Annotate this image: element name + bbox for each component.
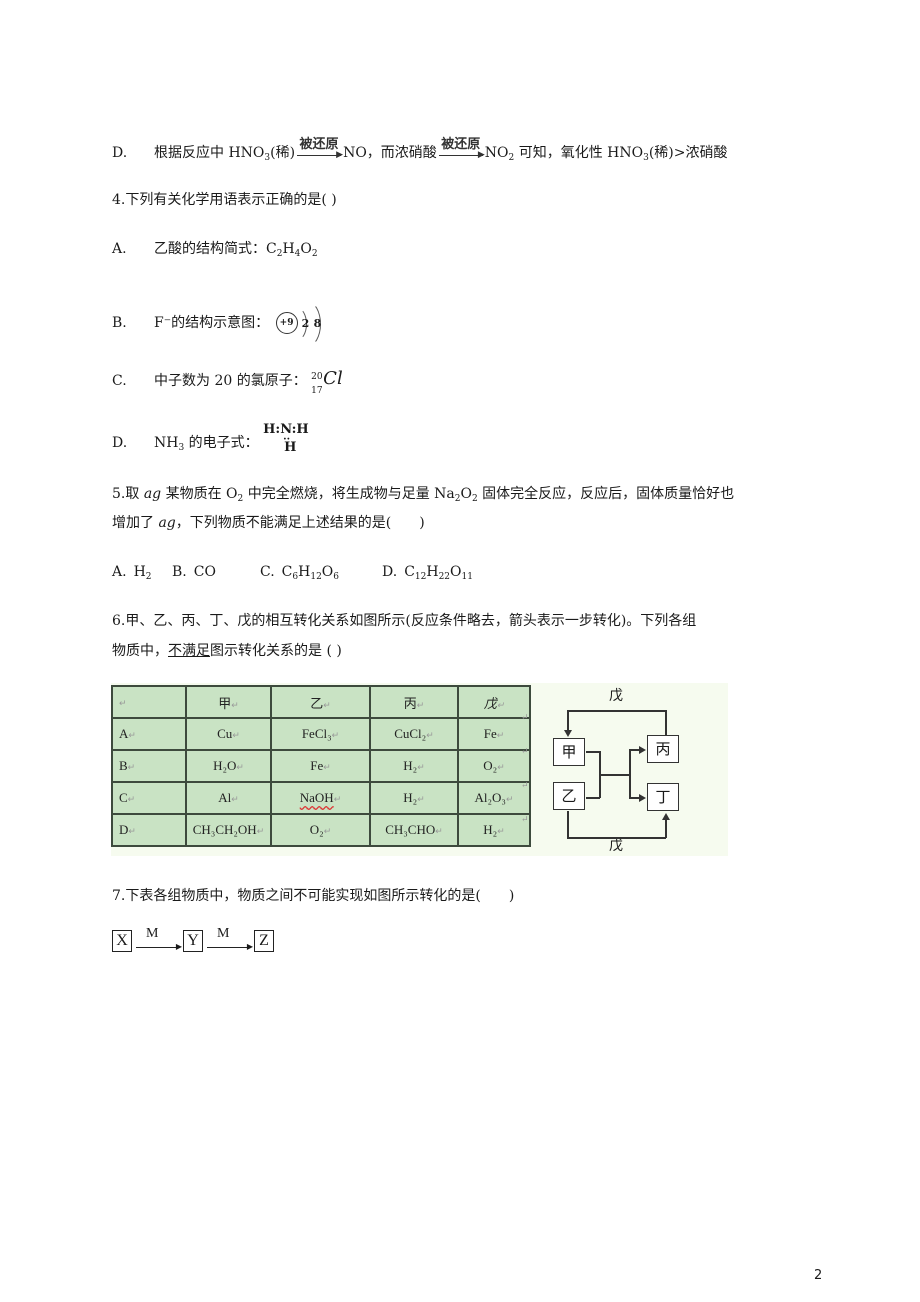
formula-text: H [298, 564, 311, 580]
option-label: C. [260, 564, 282, 580]
table-header-cell: 戊↵ [457, 685, 531, 719]
subscript: 12 [310, 572, 322, 582]
table-cell: Cu↵ [185, 717, 272, 751]
formula-text: H [426, 564, 439, 580]
reagent-label-top: 戊 [609, 688, 623, 704]
q5-option-b: B. CO [172, 562, 260, 582]
table-cell: H₂O↵ [185, 749, 272, 783]
q7-stem: 7.下表各组物质中，物质之间不可能实现如图所示转化的是( ) [112, 888, 515, 904]
reaction-arrow: 被还原 ▶ [295, 137, 343, 161]
table-cell: O₂↵ [457, 749, 531, 783]
table-header-cell: 甲↵ [185, 685, 272, 719]
q5-option-a: A. H2 [112, 562, 172, 582]
table-header-cell: 丙↵ [369, 685, 459, 719]
atom-structure-diagram: +9 2 8 [274, 301, 338, 347]
table-header-row: ↵ 甲↵ 乙↵ 丙↵ 戊↵ [111, 685, 531, 719]
table-cell: Fe↵ [457, 717, 531, 751]
formula-text: O [450, 564, 462, 580]
table-cell: Fe↵ [270, 749, 371, 783]
q4-stem: 4.下列有关化学用语表示正确的是( ) [112, 192, 337, 208]
q4-option-d: D. NH3 的电子式： H:N:H ·· H [112, 422, 317, 460]
q6-figure: ↵ 甲↵ 乙↵ 丙↵ 戊↵ A↵ Cu↵ FeCl₃↵ CuCl₂↵ Fe↵ B… [111, 683, 728, 856]
table-cell: Al₂O₃↵ [457, 781, 531, 815]
formula-text: CO [193, 564, 216, 580]
q5-stem-line-1: 5.取 ag 某物质在 O2 中完全燃烧，将生成物与足量 Na2O2 固体完全反… [112, 486, 735, 504]
q4-option-a: A. 乙酸的结构简式：C2H4O2 [112, 241, 318, 259]
table-cell: O₂↵ [270, 813, 371, 847]
subscript: 11 [461, 572, 473, 582]
option-label: D. [112, 145, 128, 161]
box-z: Z [254, 930, 274, 952]
table-cell: CH₃CHO↵ [369, 813, 459, 847]
emphasis-underline: 不满足 [168, 643, 210, 659]
q4-option-c: C. 中子数为 20 的氯原子： 20 17 Cl [112, 368, 347, 397]
box-yi: 乙 [553, 782, 585, 810]
table-cell: CuCl₂↵ [369, 717, 459, 751]
option-label: A. [112, 564, 134, 580]
formula-text: O [321, 564, 334, 580]
isotope-notation: 20 17 Cl [311, 368, 343, 397]
page-number: 2 [814, 1268, 823, 1283]
table-cell: FeCl₃↵ [270, 717, 371, 751]
box-y: Y [183, 930, 203, 952]
reaction-arrow: 被还原 ▶ [437, 137, 485, 161]
subscript: 12 [414, 572, 427, 582]
q6-stem-line-1: 6.甲、乙、丙、丁、戊的相互转化关系如图所示(反应条件略去，箭头表示一步转化)。… [112, 613, 697, 629]
row-label: A↵ [111, 717, 187, 751]
table-cell: H₂↵ [457, 813, 531, 847]
q3-option-d: D. 根据反应中 HNO3(稀) 被还原 ▶ NO，而浓硝酸 被还原 ▶ NO2 可知，氧化性… [112, 137, 728, 163]
q6-stem-line-2: 物质中，不满足图示转化关系的是 ( ) [112, 643, 342, 659]
formula-text: C [281, 564, 293, 580]
q4-option-b: B. F⁻的结构示意图： +9 2 8 [112, 301, 338, 347]
q6-options-table: ↵ 甲↵ 乙↵ 丙↵ 戊↵ A↵ Cu↵ FeCl₃↵ CuCl₂↵ Fe↵ B… [111, 685, 531, 847]
table-cell: Al↵ [185, 781, 272, 815]
box-jia: 甲 [553, 738, 585, 766]
paragraph-mark: ↵ [521, 781, 529, 791]
table-row: D↵ CH₃CH₂OH↵ O₂↵ CH₃CHO↵ H₂↵ [111, 813, 531, 847]
box-x: X [112, 930, 132, 952]
paragraph-mark: ↵ [521, 815, 529, 825]
table-row: B↵ H₂O↵ Fe↵ H₂↵ O₂↵ [111, 749, 531, 783]
option-label: B. [172, 564, 194, 580]
subscript: 22 [438, 572, 451, 582]
table-row: A↵ Cu↵ FeCl₃↵ CuCl₂↵ Fe↵ [111, 717, 531, 751]
formula-text: C [404, 564, 415, 580]
arrow-m: M ▶ [134, 926, 182, 952]
arrow-m: M ▶ [205, 926, 253, 952]
table-cell: NaOH↵ [270, 781, 371, 815]
q5-options: A. H2 B. CO C. C6H12O6 D. C12H22O11 [112, 562, 473, 582]
electron-formula: H:N:H ·· H [263, 422, 309, 455]
table-cell: H₂↵ [369, 749, 459, 783]
box-bing: 丙 [647, 735, 679, 763]
paragraph-mark: ↵ [521, 713, 529, 723]
row-label: B↵ [111, 749, 187, 783]
formula-text: H [133, 564, 146, 580]
q5-option-d: D. C12H22O11 [382, 562, 473, 582]
q5-option-c: C. C6H12O6 [260, 562, 382, 582]
table-header-cell: 乙↵ [270, 685, 371, 719]
table-cell: H₂↵ [369, 781, 459, 815]
table-header-cell: ↵ [111, 685, 187, 719]
table-cell: CH₃CH₂OH↵ [185, 813, 272, 847]
row-label: C↵ [111, 781, 187, 815]
table-row: C↵ Al↵ NaOH↵ H₂↵ Al₂O₃↵ [111, 781, 531, 815]
q5-stem-line-2: 增加了 ag，下列物质不能满足上述结果的是( ) [112, 515, 425, 531]
conversion-diagram: 戊 戊 甲 乙 丙 丁 [531, 683, 731, 856]
box-ding: 丁 [647, 783, 679, 811]
paragraph-mark: ↵ [521, 747, 529, 757]
subscript: 6 [333, 572, 340, 582]
row-label: D↵ [111, 813, 187, 847]
subscript: 2 [145, 572, 152, 582]
option-label: D. [382, 564, 405, 580]
